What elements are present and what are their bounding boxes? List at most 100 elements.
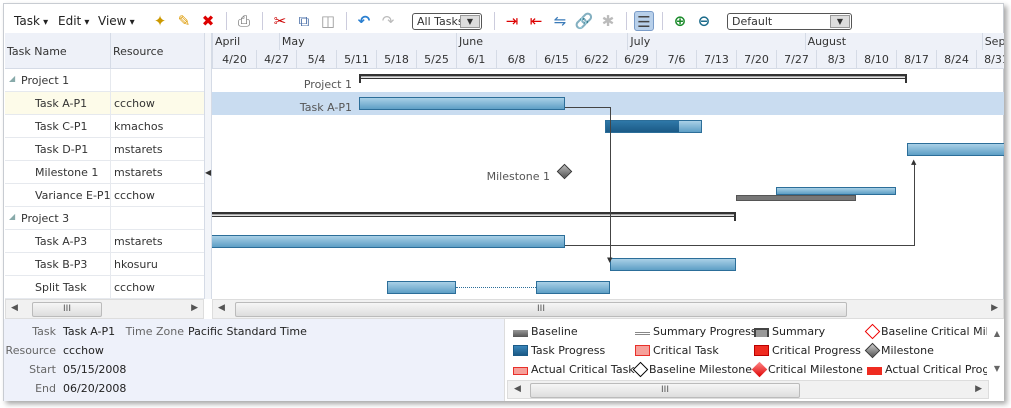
week-label: 5/25 [416,50,456,68]
scroll-left-icon[interactable]: ◀ [514,384,521,394]
table-row[interactable]: Task C-P1 kmachos [5,115,204,138]
table-row[interactable]: Project 1 ◢ [5,69,204,92]
table-row[interactable]: Task D-P1 mstarets [5,138,204,161]
scroll-up-icon[interactable]: ▲ [994,329,1000,338]
summary-bar[interactable] [358,74,908,83]
scroll-right-icon[interactable]: ▶ [975,384,982,394]
scroll-down-icon[interactable]: ▼ [994,364,1000,373]
filter-select[interactable]: All Tasks ▼ [412,13,482,30]
task-name-cell: Task B-P3 [5,253,110,276]
table-row[interactable]: Task A-P1 ccchow [5,92,204,115]
arrow-head-icon: ▲ [911,158,917,166]
week-label: 8/24 [936,50,976,68]
legend-swatch-icon [864,342,881,359]
chart-row[interactable] [212,138,1004,161]
table-row[interactable]: Task B-P3 hkosuru [5,253,204,276]
table-horizontal-scrollbar[interactable]: ◀ III ▶ [5,299,204,319]
chart-horizontal-scrollbar[interactable]: ◀ III ▶ [212,299,1004,319]
week-label: 7/20 [736,50,776,68]
week-label: 8/31 [976,50,1004,68]
legend-swatch-icon [867,367,882,375]
scroll-left-icon[interactable]: ◀ [11,303,18,313]
legend-swatch-icon [751,361,768,378]
column-header-task-name[interactable]: Task Name [7,45,67,58]
table-row[interactable]: Task A-P3 mstarets [5,230,204,253]
week-label: 4/27 [256,50,296,68]
task-menu[interactable]: Task [14,14,48,28]
legend-swatch-icon [754,328,769,337]
table-row[interactable]: Project 3 ◢ [5,207,204,230]
paste-icon[interactable]: ◫ [318,11,338,31]
scroll-left-icon[interactable]: ◀ [218,303,225,313]
task-bar[interactable] [358,97,565,110]
zoom-in-icon[interactable]: ⊕ [670,11,690,31]
table-row[interactable]: Milestone 1 mstarets [5,161,204,184]
delete-icon[interactable]: ✖ [198,11,218,31]
view-select[interactable]: Default ▼ [727,13,852,30]
split-icon[interactable]: ⇋ [550,11,570,31]
task-bar[interactable] [604,120,702,133]
outdent-icon[interactable]: ⇤ [526,11,546,31]
legend-panel: Baseline Summary Progress Summary Baseline … [504,319,1004,401]
resource-cell [110,69,204,92]
week-label: 6/22 [576,50,616,68]
chart-row[interactable] [212,161,1004,184]
task-bar[interactable] [212,235,565,248]
edit-menu[interactable]: Edit [58,14,89,28]
scroll-thumb[interactable]: III [235,302,847,317]
task-name-cell: Project 1 [5,69,110,92]
chevron-down-icon: ▼ [460,15,480,28]
task-bar[interactable] [387,281,456,294]
task-name-cell: Project 3 [5,207,110,230]
chevron-down-icon: ▼ [830,15,850,28]
link-icon[interactable]: 🔗 [574,11,594,31]
scroll-thumb[interactable]: III [32,302,102,317]
column-header-resource[interactable]: Resource [113,45,163,58]
zoom-out-icon[interactable]: ⊖ [694,11,714,31]
expand-triangle-icon[interactable]: ◢ [9,74,15,83]
expand-triangle-icon[interactable]: ◢ [9,212,15,221]
edit-pencil-icon[interactable]: ✎ [174,11,194,31]
legend-swatch-icon [632,361,649,378]
legend-horizontal-scrollbar[interactable]: ◀ III ▶ [507,380,989,399]
view-menu[interactable]: View [98,14,135,28]
week-label: 7/6 [656,50,696,68]
legend-swatch-icon [513,345,528,356]
end-label: End [35,382,56,395]
table-row[interactable]: Split Task ccchow [5,276,204,299]
list-view-icon[interactable]: ☰ [634,11,654,31]
splitter[interactable]: ◀ [204,33,212,299]
timeline-header: AprilMayJuneJulyAugustSepte4/204/275/45/… [212,33,1004,69]
scroll-thumb[interactable]: III [530,383,800,398]
legend-swatch-icon [635,345,650,356]
chart-row[interactable] [212,207,1004,230]
baseline-bar[interactable] [736,195,856,201]
resource-cell: ccchow [110,276,204,299]
week-label: 5/4 [296,50,336,68]
scroll-right-icon[interactable]: ▶ [991,303,998,313]
end-value: 06/20/2008 [63,382,127,395]
start-value: 05/15/2008 [63,363,127,376]
unlink-icon[interactable]: ✱ [598,11,618,31]
print-icon[interactable]: ⎙ [234,11,254,31]
task-bar[interactable] [536,281,611,294]
week-label: 7/27 [776,50,816,68]
summary-bar[interactable] [212,212,736,221]
copy-icon[interactable]: ⧉ [294,11,314,31]
week-label: 4/20 [212,50,256,68]
task-bar[interactable] [776,187,896,195]
redo-icon[interactable]: ↷ [378,11,398,31]
table-row[interactable]: Variance E-P1 ccchow [5,184,204,207]
indent-icon[interactable]: ⇥ [502,11,522,31]
legend-label: Critical Milestone [768,363,863,376]
legend-label: Baseline [531,325,578,338]
undo-icon[interactable]: ↶ [354,11,374,31]
scroll-right-icon[interactable]: ▶ [191,303,198,313]
task-bar[interactable] [907,143,1004,156]
month-label: June [456,33,627,50]
collapse-arrow-icon[interactable]: ◀ [205,168,211,177]
task-bar[interactable] [610,258,736,271]
legend-item: Critical Progress [754,344,861,357]
cut-icon[interactable]: ✂ [270,11,290,31]
new-task-icon[interactable]: ✦ [150,11,170,31]
